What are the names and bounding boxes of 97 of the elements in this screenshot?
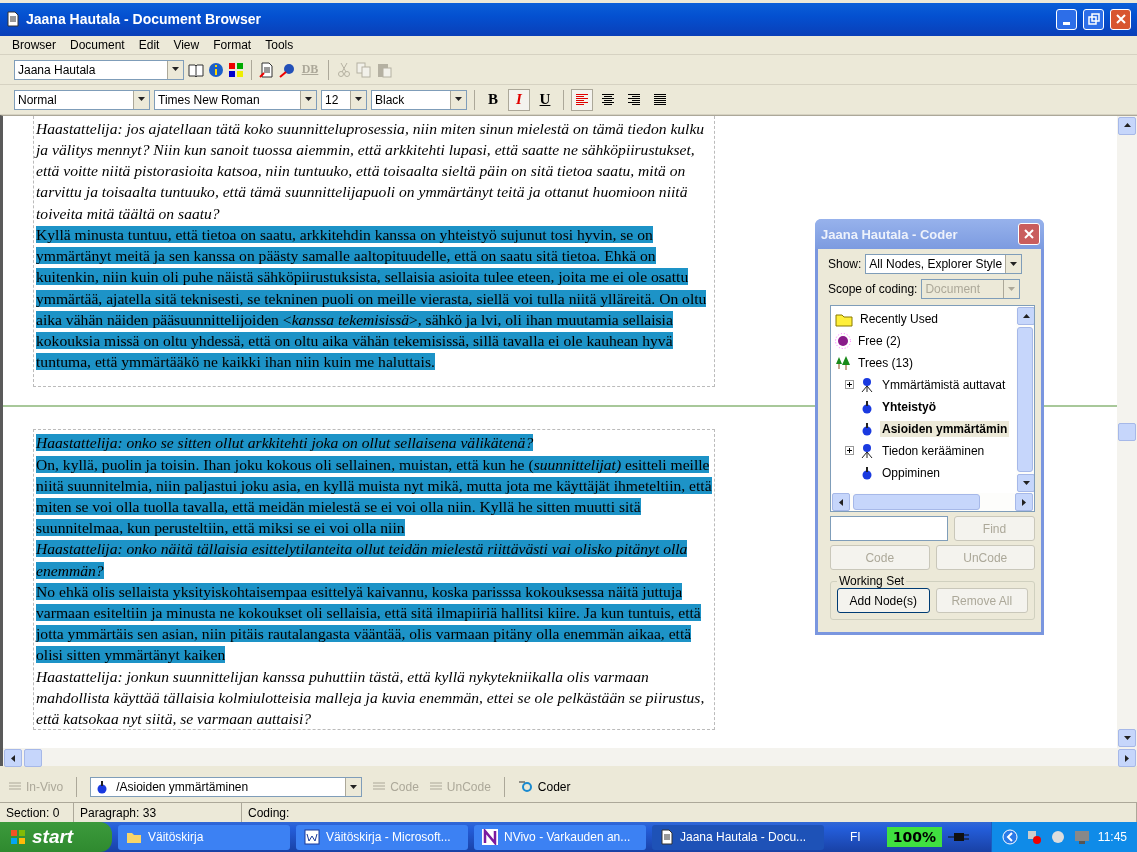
tree-item[interactable]: Recently Used bbox=[858, 310, 941, 327]
caret-icon bbox=[304, 95, 313, 104]
window-title: Jaana Hautala - Coder bbox=[821, 226, 958, 242]
chevron-icon bbox=[1001, 829, 1018, 845]
tree-item[interactable]: Tiedon kerääminen bbox=[880, 442, 987, 459]
align-icon[interactable] bbox=[652, 91, 668, 108]
font-dropdown[interactable]: Times New Roman bbox=[154, 89, 317, 110]
free-node-icon bbox=[835, 332, 851, 349]
answer-text: No ehkä olis sellaista yksityiskohtaisempaa esittelyä kaivannu, koska parisssa kokouksessa näitä juttuja varmaan esiteltiin ja minusta ne kokoukset oli sellaisia, että sitä ilmapiiriä hallitsi kiire. Ja kun tuntuis, että jotta ymmärtäis sen asian, niin pitäis rautalangasta vääntää, olis varmaan pitäny olla enemmän aikaa, että olisi sitten ymmärtänyt kaiken bbox=[36, 581, 702, 666]
caret-icon bbox=[836, 497, 846, 507]
group-title: Working Set bbox=[838, 574, 906, 588]
expand-icon[interactable] bbox=[845, 380, 854, 389]
scroll-up-button[interactable] bbox=[1017, 307, 1034, 325]
coder-button[interactable]: Coder bbox=[517, 779, 571, 796]
caret-icon bbox=[454, 95, 463, 104]
monitor-icon bbox=[1073, 829, 1090, 845]
search-field[interactable] bbox=[830, 516, 948, 541]
align-icon[interactable] bbox=[600, 91, 616, 108]
caret-icon bbox=[8, 753, 18, 763]
clock[interactable]: 11:45 bbox=[1097, 830, 1127, 844]
language-indicator[interactable]: FI bbox=[850, 830, 861, 844]
scroll-down-button[interactable] bbox=[1118, 729, 1136, 748]
start-button[interactable]: start bbox=[0, 822, 112, 852]
minimize-button[interactable] bbox=[1056, 8, 1077, 30]
tree-item[interactable]: Yhteistyö bbox=[880, 398, 938, 415]
caret-icon bbox=[354, 95, 363, 104]
taskbar-button[interactable]: Jaana Hautala - Docu... bbox=[652, 824, 824, 850]
caret-icon bbox=[349, 782, 359, 792]
menu-item[interactable]: Document bbox=[64, 38, 131, 53]
node-button[interactable]: Add Node(s) bbox=[837, 588, 930, 613]
question-text: Haastattelija: jos ajatellaan tätä koko suunnitteluprosessia, niin miten sinun mielestä on tämä tiedon kulku ja välitys mennyt? Niin kun sanoit tuossa aiemmin, että arkkitehti lupasi, että saatte ne sähköpiirustukset, että voitte niitä pistorasioita katsoa, niin tuntuuko, että toisaalta sieltä päin on sitä tietoa saatu, mitä on tarvittu ja toisaalta tuntuuko, että tämä suunnittelijapuoli on ymmärtänyt teitä ja ottanut huomioon niitä toiveita mitä täältä on saatu? bbox=[36, 118, 706, 224]
close-button[interactable] bbox=[1018, 223, 1040, 245]
tree-item[interactable]: Oppiminen bbox=[880, 464, 943, 481]
style-dropdown[interactable]: Normal bbox=[14, 89, 150, 110]
tree-item[interactable]: Trees (13) bbox=[856, 354, 915, 371]
node-icon bbox=[859, 376, 875, 393]
taskbar-button[interactable]: NVivo - Varkauden an... bbox=[474, 824, 646, 850]
scroll-right-button[interactable] bbox=[1015, 493, 1033, 511]
field-label: Show: bbox=[828, 257, 862, 271]
bold-button[interactable]: B bbox=[488, 91, 498, 108]
restore-button[interactable] bbox=[1083, 8, 1104, 30]
answer-text: Kyllä minusta tuntuu, että tietoa on saatu, arkkitehdin kanssa on yhteistyö sujunut tosi hyvin, se on ymmärtänyt meitä ja sen kanssa on päästy samalle aaltopituudelle, että on saatu sitä tietoa. Ehkä on kuitenkin, niin kuin oli puhe näistä sähköpiirustuksista, sellaisia asioita tulee eteen, joita me ei ole osattu ymmärtää, ajatella sitä teknisesti, se tekninen puoli on meille vierasta, siellä voi tulla niitä ylläreitä. On oltu aika vähän näiden pääsuunnittelijoiden <kanssa tekemisissä>, sähkö ja lvi, oli ihan muutamia sellaisia kokouksia missä on oltu yhdessä, että on oltu aika vähän tekemisissä, sillä tavalla ei ole kauhean hyvä tuntuma, että ymmärtääkö ne kaikki ihan niin kuin me haluttais. bbox=[36, 224, 708, 373]
text-colour-dropdown[interactable]: Black bbox=[371, 89, 467, 110]
node-dropdown[interactable]: /Asioiden ymmärtäminen bbox=[90, 777, 363, 798]
caret-icon bbox=[1007, 284, 1017, 294]
caret-icon bbox=[137, 95, 146, 104]
caret-icon bbox=[1021, 311, 1031, 321]
scroll-thumb[interactable] bbox=[1017, 327, 1033, 472]
book-icon[interactable] bbox=[188, 61, 204, 78]
question-text: Haastattelija: jonkun suunnittelijan kanssa puhuttiin tästä, että kyllä nykytekniikalla olis varmaan mahdollista käyttää tällaisia kolmiulotteisia malleja ja kuvia enemmän, ettei se ole pelkästään se piirustus, että katsokaa nyt siitä, se varmaan auttaisi? bbox=[36, 666, 706, 729]
scroll-thumb[interactable] bbox=[853, 494, 980, 510]
info-icon[interactable] bbox=[208, 61, 224, 78]
close-icon bbox=[1023, 228, 1035, 240]
expand-icon[interactable] bbox=[845, 446, 854, 455]
close-icon bbox=[1114, 13, 1127, 26]
taskbar-button[interactable]: Väitöskirja - Microsoft... bbox=[296, 824, 468, 850]
show-dropdown[interactable]: All Nodes, Explorer Style bbox=[865, 254, 1023, 274]
underline-button[interactable]: U bbox=[539, 91, 551, 108]
document-icon bbox=[660, 829, 674, 845]
battery-level: 100% bbox=[886, 827, 942, 847]
menu-item[interactable]: View bbox=[167, 38, 206, 53]
taskbar-button[interactable]: Väitöskirja bbox=[118, 824, 290, 850]
windows-logo-icon bbox=[10, 829, 26, 845]
scroll-thumb[interactable] bbox=[1118, 423, 1136, 442]
tree-item[interactable]: Free (2) bbox=[856, 332, 903, 349]
restore-icon bbox=[1087, 13, 1100, 26]
window-title: Jaana Hautala - Document Browser bbox=[26, 11, 262, 28]
caret-icon bbox=[1009, 259, 1019, 269]
scroll-down-button[interactable] bbox=[1017, 474, 1034, 492]
user-dropdown[interactable]: Jaana Hautala bbox=[14, 59, 184, 80]
scroll-left-button[interactable] bbox=[4, 749, 22, 768]
scroll-up-button[interactable] bbox=[1118, 116, 1136, 135]
n-logo-icon bbox=[482, 829, 498, 845]
tree-item[interactable]: Ymmärtämistä auttavat bbox=[880, 376, 1008, 393]
menu-item[interactable]: Tools bbox=[259, 38, 300, 53]
answer-text: On, kyllä, puolin ja toisin. Ihan joku kokous oli sellainen, muistan, että kun he (suunnittelijat) esitteli meille niitä suunnitelmia, niin paljastui joku asia, en kyllä muista nyt mikä, mutta jota me käyttäjät ihmeteltiin, että miten se voi olla tuolla tavalla, että meidän mielestä se ei voi olla niin. Kyllä he sitten muutti sitä suunnitelmaa, kun perusteltiin, että miksi se ei voi olla niin bbox=[36, 454, 712, 539]
size-dropdown[interactable]: 12 bbox=[321, 89, 367, 110]
word-document-icon bbox=[304, 829, 320, 845]
align-icon[interactable] bbox=[626, 91, 642, 108]
menu-item[interactable]: Browser bbox=[6, 38, 62, 53]
document-icon[interactable] bbox=[259, 61, 275, 78]
minimize-icon bbox=[1063, 21, 1070, 25]
scroll-right-button[interactable] bbox=[1118, 749, 1136, 768]
close-button[interactable] bbox=[1110, 8, 1131, 30]
scroll-thumb[interactable] bbox=[24, 749, 42, 768]
question-text: Haastattelija: onko näitä tällaisia esittelytilanteita ollut teidän mielestä riittävästi vai olisko pitänyt olla enemmän? bbox=[36, 539, 689, 581]
tree-item[interactable]: Asioiden ymmärtämin bbox=[880, 420, 1010, 437]
document-icon bbox=[6, 11, 20, 28]
grid-icon[interactable] bbox=[228, 61, 244, 78]
menu-item[interactable]: Edit bbox=[132, 38, 166, 53]
node-icon bbox=[859, 442, 875, 459]
scroll-left-button[interactable] bbox=[832, 493, 850, 511]
question-text: Haastattelija: onko se sitten ollut arkkitehti joka on ollut sellaisena välikätenä? bbox=[36, 433, 535, 454]
node-path: /Asioiden ymmärtäminen bbox=[116, 780, 249, 795]
menu-item[interactable]: Format bbox=[207, 38, 258, 53]
trees-icon bbox=[835, 354, 851, 371]
field-label: Scope of coding: bbox=[828, 282, 918, 296]
